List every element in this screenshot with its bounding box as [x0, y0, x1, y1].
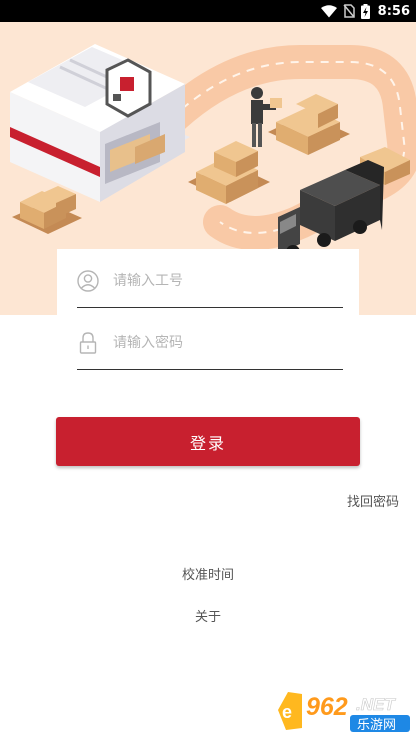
- status-time: 8:56: [377, 3, 410, 19]
- calibrate-time-link[interactable]: 校准时间: [0, 564, 416, 583]
- employee-id-field: [77, 257, 343, 308]
- status-bar: 8:56: [0, 0, 416, 22]
- logo-sign: [105, 58, 152, 118]
- login-form: [57, 249, 359, 379]
- wifi-icon: [320, 4, 337, 17]
- user-icon: [77, 270, 99, 292]
- no-sim-icon: [343, 4, 355, 18]
- site-watermark-logo: e 962 .NET 乐游网: [278, 692, 410, 733]
- warehouse-building: [10, 44, 190, 202]
- svg-text:e: e: [282, 702, 292, 722]
- watermark-suffix: .NET: [356, 695, 396, 714]
- password-field: [77, 319, 343, 370]
- battery-charging-icon: [360, 3, 370, 19]
- watermark-name: 乐游网: [357, 718, 396, 733]
- box-pallet-left: [12, 186, 82, 234]
- box-pallet-center: [188, 141, 270, 204]
- about-link[interactable]: 关于: [0, 606, 416, 625]
- employee-id-input[interactable]: [113, 269, 333, 293]
- lock-icon: [79, 332, 97, 354]
- login-button[interactable]: 登录: [56, 417, 360, 466]
- watermark-number: 962: [306, 693, 348, 721]
- status-icons: 8:56: [320, 0, 410, 22]
- forgot-password-link[interactable]: 找回密码: [347, 491, 399, 510]
- password-input[interactable]: [113, 331, 333, 355]
